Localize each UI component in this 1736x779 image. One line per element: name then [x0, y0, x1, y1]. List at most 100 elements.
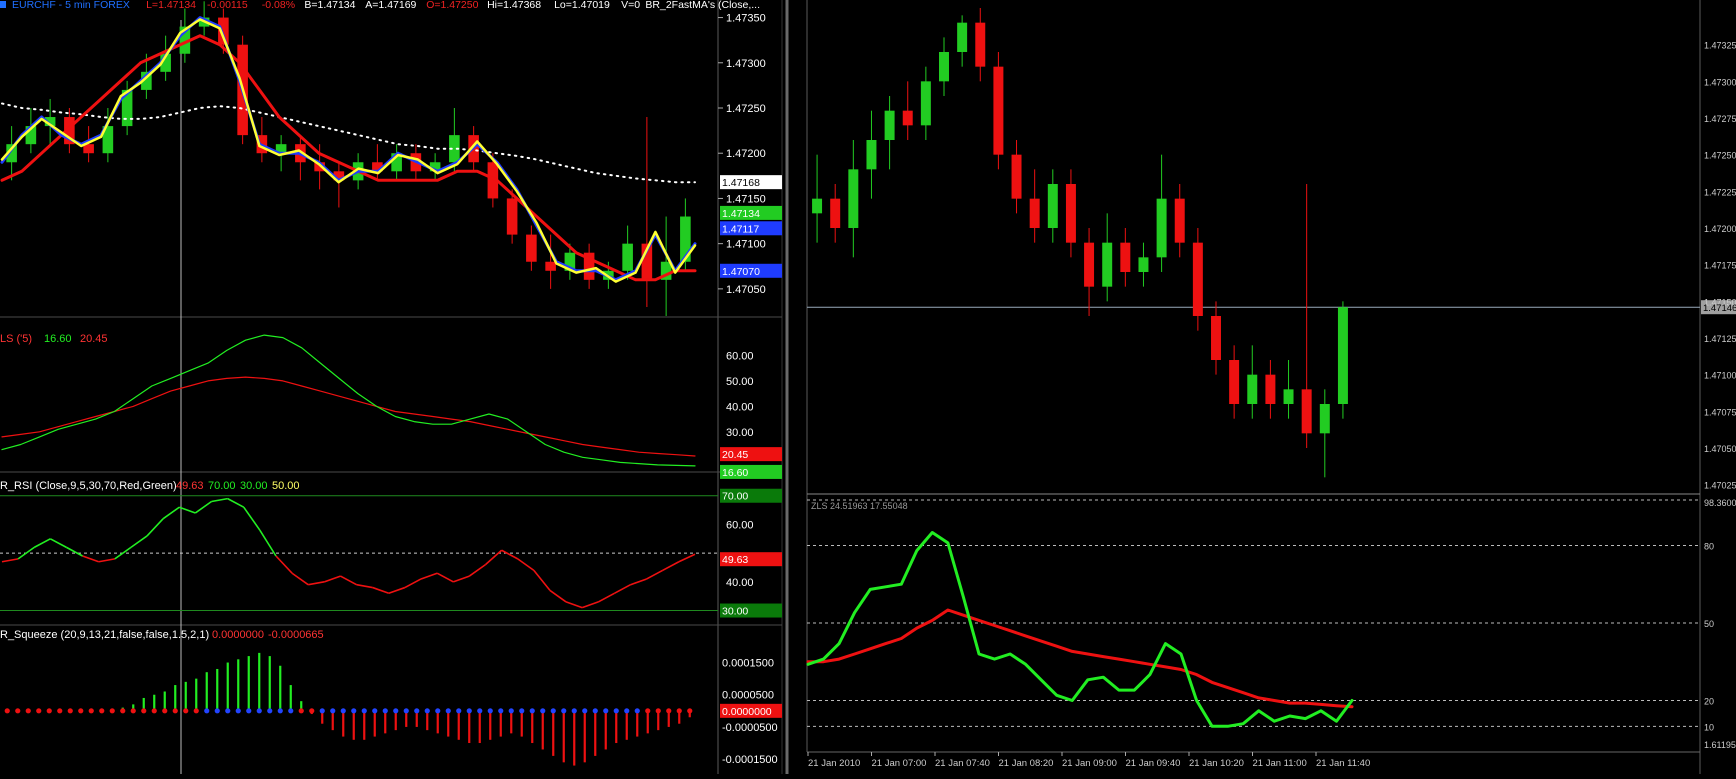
zls-value-2: 20.45	[80, 333, 108, 345]
header-part-1: L=1.47134	[146, 0, 196, 11]
rsi-segment	[436, 572, 454, 583]
squeeze-dot	[550, 708, 556, 714]
squeeze-dot	[414, 708, 420, 714]
time-axis-label: 21 Jan 07:00	[872, 758, 927, 769]
zls-fast-line	[1, 334, 696, 467]
right-main-candle	[1047, 184, 1058, 228]
squeeze-dot	[88, 708, 94, 714]
zls-tag: 16.60	[722, 467, 748, 479]
main-price-tag: 1.47070	[722, 266, 760, 278]
right-zls-axis-label: 80	[1704, 541, 1714, 551]
right-main-candle	[830, 198, 841, 228]
squeeze-dot	[382, 708, 388, 714]
time-axis-label: 21 Jan 2010	[808, 758, 860, 769]
rsi-segment	[597, 592, 615, 603]
squeeze-dot	[634, 708, 640, 714]
rsi-segment	[227, 497, 245, 508]
header-symbol-marker	[0, 1, 6, 8]
right-main-candle	[812, 198, 823, 214]
rsi-segment	[33, 538, 51, 549]
right-price-tag: 1.47146	[1703, 303, 1736, 314]
rsi-value-2: 70.00	[208, 480, 236, 492]
rsi-segment	[484, 549, 503, 566]
zls-tag: 20.45	[722, 449, 748, 461]
squeeze-axis-label: 0.0001500	[722, 658, 774, 670]
rsi-segment	[1, 558, 19, 563]
right-axis-label: 1.47275	[1704, 114, 1736, 124]
squeeze-dot	[351, 708, 357, 714]
squeeze-dot	[204, 708, 210, 714]
main-price-tag: 1.47134	[722, 208, 760, 220]
right-main-candle	[1337, 307, 1348, 404]
squeeze-dot	[319, 708, 325, 714]
header-part-8: Lo=1.47019	[554, 0, 610, 11]
right-main-candle	[1138, 257, 1149, 272]
chart-marks	[0, 1, 1736, 766]
right-main-candle	[1120, 242, 1131, 272]
rsi-tag: 30.00	[722, 606, 748, 618]
right-axis-label: 1.47200	[1704, 224, 1736, 234]
squeeze-dot	[141, 708, 147, 714]
rsi-segment	[259, 529, 277, 557]
rsi-segment	[356, 583, 373, 589]
right-zls-axis-label: 10	[1704, 722, 1714, 732]
squeeze-dot	[603, 708, 609, 714]
squeeze-dot	[445, 708, 451, 714]
squeeze-dot	[529, 708, 535, 714]
squeeze-dot	[571, 708, 577, 714]
rsi-segment	[49, 538, 67, 549]
header-part-9: V=0	[621, 0, 640, 11]
slow-ma-line	[0, 34, 697, 282]
chart-labels: EURCHF - 5 min FOREX L=1.47134 -0.00115 -0.…	[0, 0, 1736, 769]
squeeze-dot	[277, 708, 283, 714]
panel-frames	[0, 0, 1701, 774]
main-axis-label: 1.47100	[726, 239, 766, 251]
rsi-segment	[146, 518, 164, 537]
rsi-segment	[275, 555, 293, 574]
rsi-segment	[291, 572, 309, 586]
squeeze-dot	[340, 708, 346, 714]
squeeze-dot	[424, 708, 430, 714]
rsi-value-3: 30.00	[240, 480, 268, 492]
squeeze-axis-label: 0.0000500	[722, 690, 774, 702]
squeeze-dot	[613, 708, 619, 714]
rsi-segment	[452, 575, 470, 583]
squeeze-dot	[288, 708, 294, 714]
right-main-candle	[1156, 198, 1167, 258]
squeeze-dot	[487, 708, 493, 714]
main-axis-label: 1.47250	[726, 103, 766, 115]
squeeze-dot	[78, 708, 84, 714]
right-main-candle	[848, 169, 859, 228]
squeeze-dot	[666, 708, 672, 714]
squeeze-dot	[298, 708, 304, 714]
rsi-segment	[211, 497, 228, 503]
rsi-segment	[130, 535, 148, 549]
rsi-segment	[533, 569, 551, 591]
right-axis-label: 1.47300	[1704, 77, 1736, 87]
right-axis-label: 1.47050	[1704, 444, 1736, 454]
squeeze-dot	[403, 708, 409, 714]
squeeze-dot	[256, 708, 262, 714]
zls-value-1: 16.60	[44, 333, 72, 345]
right-main-candle	[1065, 184, 1076, 243]
rsi-segment	[340, 575, 357, 586]
main-price-tag: 1.47117	[722, 223, 759, 235]
trading-workspace: EURCHF - 5 min FOREX L=1.47134 -0.00115 -0.…	[0, 0, 1736, 774]
squeeze-dot	[330, 708, 336, 714]
rsi-segment	[614, 583, 631, 595]
squeeze-dot	[162, 708, 168, 714]
squeeze-dot	[172, 708, 178, 714]
right-main-candle	[1229, 360, 1240, 404]
time-axis-label: 21 Jan 09:00	[1062, 758, 1117, 769]
time-axis-label: 21 Jan 11:40	[1316, 758, 1370, 769]
right-main-candle	[1247, 374, 1258, 404]
squeeze-dot	[120, 708, 126, 714]
zls-axis-label: 40.00	[726, 401, 754, 413]
main-candle	[506, 198, 518, 235]
header-part-6: O=1.47250	[426, 0, 478, 11]
squeeze-dot	[67, 708, 73, 714]
squeeze-value-1: 0.0000000	[212, 629, 264, 641]
rsi-segment	[372, 586, 390, 595]
header-part-2: -0.00115	[207, 0, 248, 11]
squeeze-dot	[36, 708, 42, 714]
